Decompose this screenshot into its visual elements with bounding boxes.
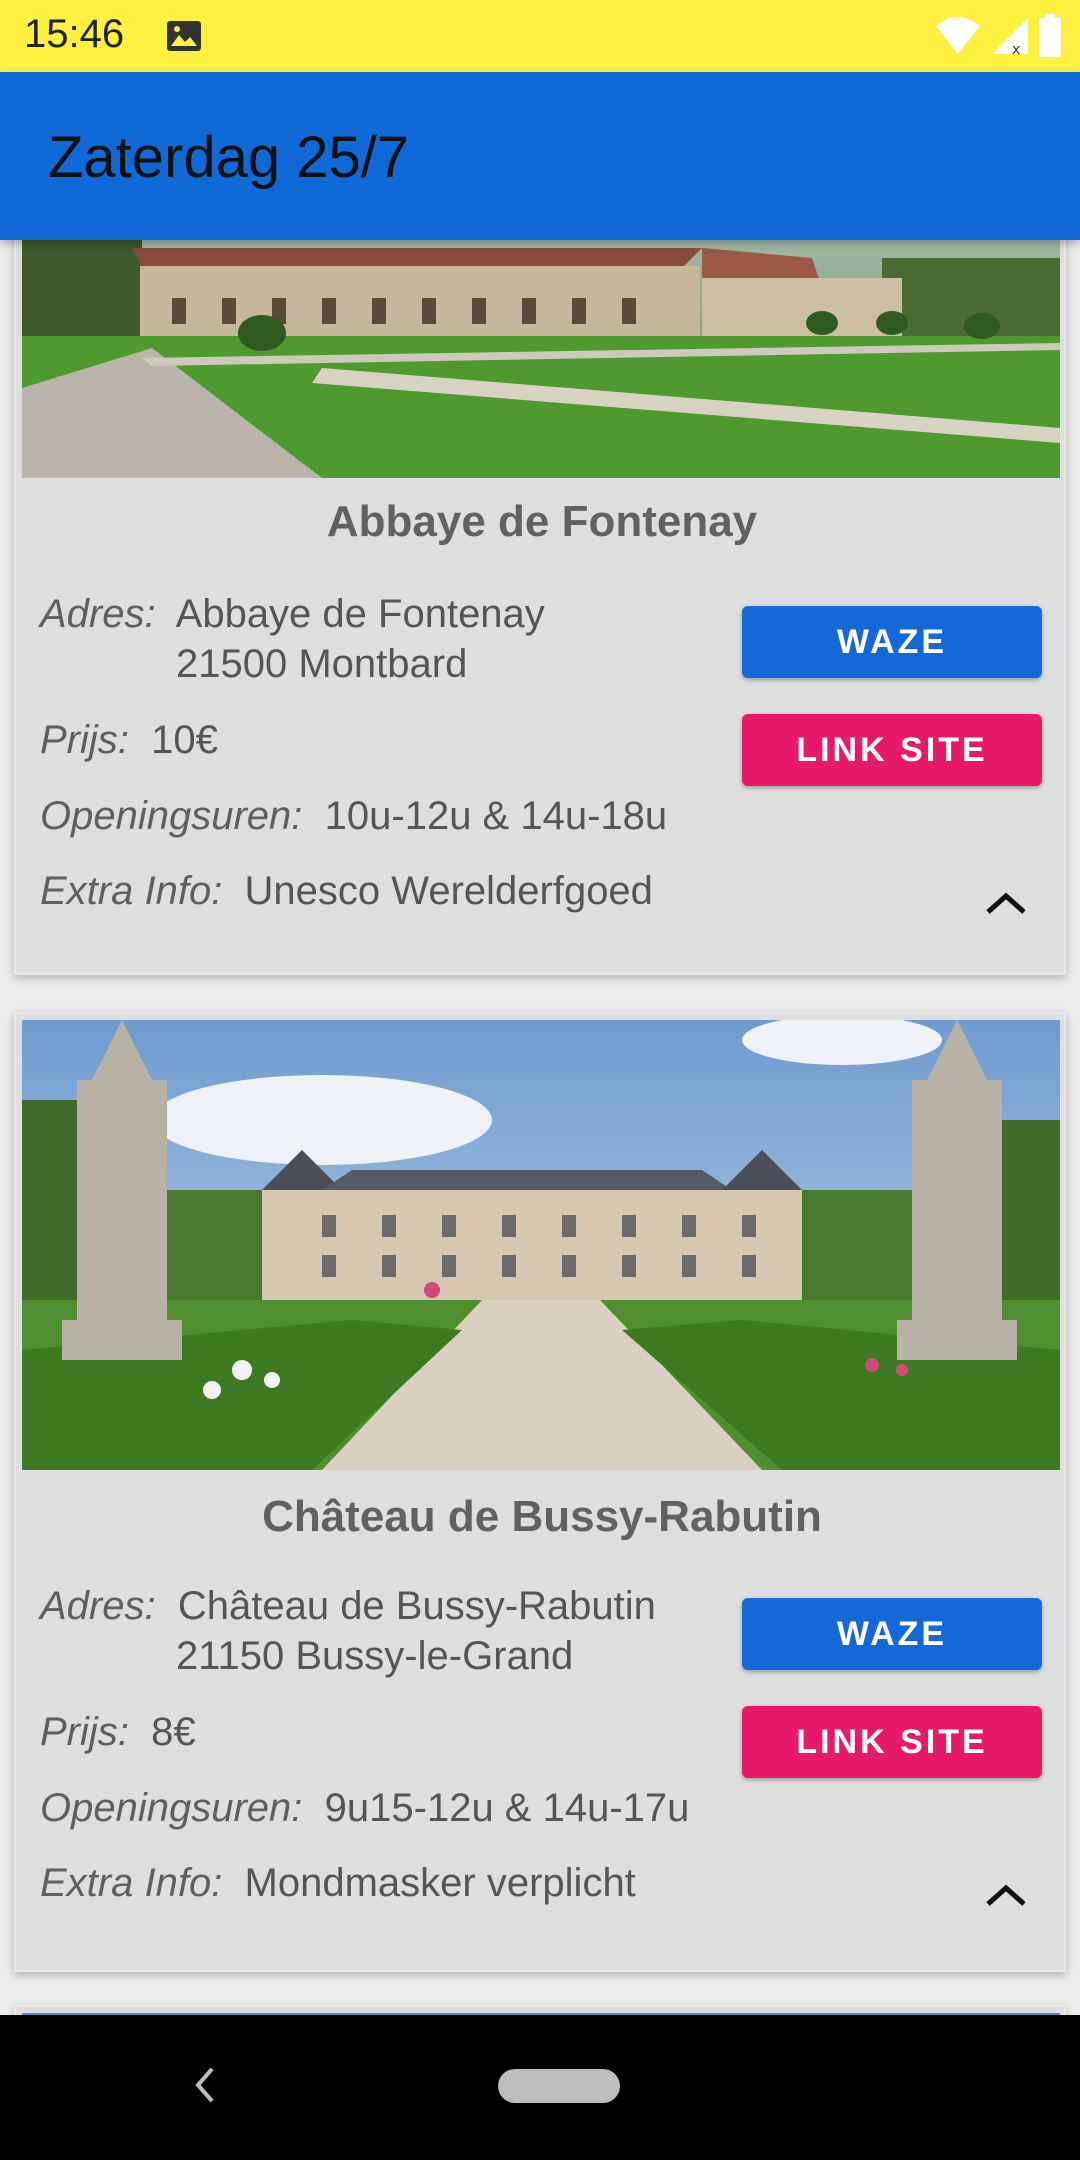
waze-button[interactable]: WAZE (742, 606, 1042, 678)
address-line1: Château de Bussy-Rabutin (177, 1584, 656, 1628)
extra-info-label: Extra Info: (40, 869, 223, 913)
home-pill-icon[interactable] (498, 2069, 620, 2103)
address-line1: Abbaye de Fontenay (175, 592, 545, 636)
chevron-up-icon[interactable] (976, 1874, 1036, 1914)
signal-icon: x (992, 18, 1028, 56)
link-site-button[interactable]: LINK SITE (742, 1706, 1042, 1778)
page-title: Zaterdag 25/7 (48, 125, 410, 190)
status-time: 15:46 (24, 12, 125, 56)
attraction-card: Château de Bussy-Rabutin Adres: Château … (14, 1012, 1066, 1972)
price-value: 8€ (151, 1710, 196, 1754)
address-label: Adres: (40, 1584, 156, 1628)
extra-info-label: Extra Info: (40, 1861, 223, 1905)
price-row: Prijs: 10€ (40, 718, 218, 763)
navigation-bar (0, 2015, 1080, 2160)
hours-label: Openingsuren: (40, 794, 303, 838)
price-label: Prijs: (40, 718, 129, 762)
price-value: 10€ (151, 718, 218, 762)
address-row: Adres: Château de Bussy-Rabutin (40, 1584, 656, 1629)
hours-label: Openingsuren: (40, 1786, 303, 1830)
back-icon[interactable] (190, 2063, 220, 2107)
hours-value: 9u15-12u & 14u-17u (324, 1786, 690, 1830)
card-title: Château de Bussy-Rabutin (262, 1492, 822, 1541)
card-title: Abbaye de Fontenay (326, 497, 758, 546)
hours-row: Openingsuren: 9u15-12u & 14u-17u (40, 1786, 689, 1831)
status-bar: 15:46 x (0, 0, 1080, 72)
status-icons: x (934, 14, 1062, 58)
battery-icon (1039, 14, 1061, 57)
hours-value: 10u-12u & 14u-18u (324, 794, 668, 838)
link-site-button[interactable]: LINK SITE (742, 714, 1042, 786)
attraction-card (14, 2005, 1066, 2015)
waze-button[interactable]: WAZE (742, 1598, 1042, 1670)
price-row: Prijs: 8€ (40, 1710, 196, 1755)
address-line2: 21500 Montbard (176, 642, 468, 686)
address-row: Adres: Abbaye de Fontenay (40, 592, 545, 637)
chateau-photo (22, 1020, 1060, 1470)
hours-row: Openingsuren: 10u-12u & 14u-18u (40, 794, 667, 839)
chevron-up-icon[interactable] (976, 882, 1036, 922)
app-bar: Zaterdag 25/7 (0, 72, 1080, 240)
wifi-icon (936, 17, 980, 54)
address-line2: 21150 Bussy-le-Grand (176, 1634, 574, 1678)
abbey-photo (22, 240, 1060, 478)
extra-info-row: Extra Info: Unesco Werelderfgoed (40, 869, 653, 914)
extra-info-value: Mondmasker verplicht (244, 1861, 636, 1905)
price-label: Prijs: (40, 1710, 129, 1754)
address-label: Adres: (40, 592, 156, 636)
extra-info-value: Unesco Werelderfgoed (244, 869, 653, 913)
image-icon (167, 21, 201, 51)
svg-text:x: x (1012, 42, 1020, 56)
card-list[interactable]: Abbaye de Fontenay Adres: Abbaye de Font… (0, 240, 1080, 2015)
attraction-card: Abbaye de Fontenay Adres: Abbaye de Font… (14, 240, 1066, 975)
extra-info-row: Extra Info: Mondmasker verplicht (40, 1861, 636, 1906)
